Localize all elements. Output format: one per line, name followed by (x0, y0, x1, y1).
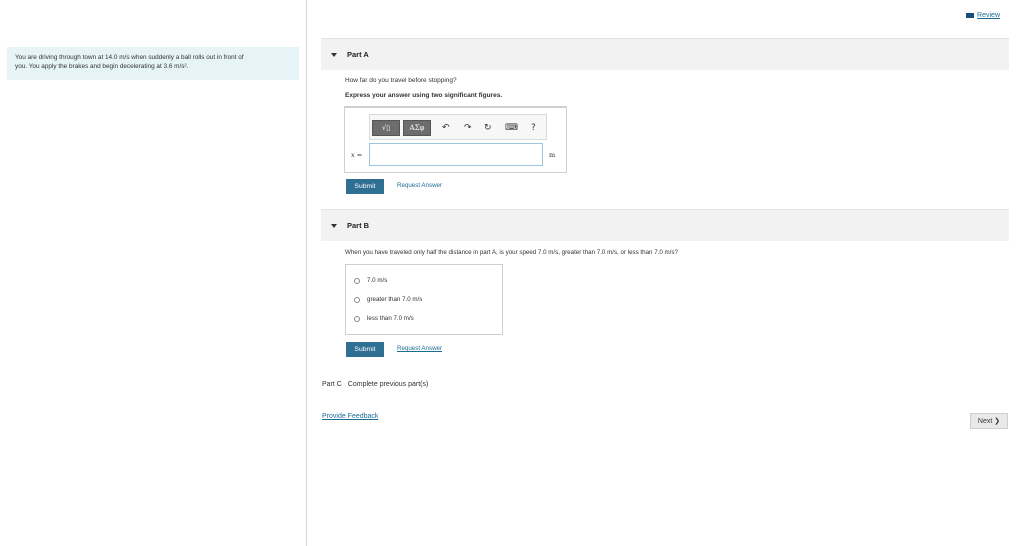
option-row[interactable]: greater than 7.0 m/s (354, 296, 422, 303)
greek-symbols-button[interactable]: ΑΣφ (403, 120, 431, 136)
option-label: less than 7.0 m/s (367, 315, 414, 322)
part-b-request-answer-link[interactable]: Request Answer (397, 345, 442, 352)
collapse-triangle-icon (331, 223, 337, 228)
option-label: greater than 7.0 m/s (367, 296, 423, 303)
collapse-triangle-icon (331, 52, 337, 57)
help-icon[interactable]: ? (531, 122, 536, 134)
option-label: 7.0 m/s (367, 277, 388, 284)
undo-icon[interactable]: ↶ (442, 122, 450, 134)
part-a-submit-button[interactable]: Submit (346, 179, 384, 194)
equation-toolbar: √▯ ΑΣφ ↶ ↷ ↻ ⌨ ? (369, 114, 547, 140)
option-row[interactable]: 7.0 m/s (354, 277, 387, 284)
part-a-instruction: Express your answer using two significan… (345, 92, 503, 99)
templates-icon: √▯ (381, 124, 391, 132)
unit-label: m (549, 151, 556, 159)
part-c-row: Part C Complete previous part(s) (322, 381, 428, 388)
option-row[interactable]: less than 7.0 m/s (354, 315, 414, 322)
part-b-header[interactable]: Part B (321, 209, 1009, 241)
answer-input[interactable] (369, 143, 543, 166)
book-icon (966, 13, 975, 18)
next-label: Next ❯ (977, 418, 1001, 425)
keyboard-icon[interactable]: ⌨ (505, 122, 518, 134)
templates-button[interactable]: √▯ (372, 120, 400, 136)
part-a-title: Part A (347, 50, 369, 59)
part-c-status: Complete previous part(s) (347, 381, 429, 388)
greek-icon: ΑΣφ (409, 124, 425, 132)
review-label: Review (977, 12, 1000, 19)
review-link[interactable]: Review (966, 12, 1000, 19)
variable-label: x = (351, 151, 363, 159)
radio-button[interactable] (354, 277, 360, 284)
reset-icon[interactable]: ↻ (484, 122, 492, 134)
part-a-question: How far do you travel before stopping? (345, 77, 457, 84)
part-c-title: Part C (322, 381, 342, 388)
part-a-header[interactable]: Part A (321, 38, 1009, 70)
radio-button[interactable] (354, 315, 360, 322)
part-a-request-answer-link[interactable]: Request Answer (397, 182, 442, 189)
provide-feedback-link[interactable]: Provide Feedback (322, 413, 378, 420)
part-b-title: Part B (347, 221, 370, 230)
problem-line-2: you. You apply the brakes and begin dece… (15, 63, 189, 70)
problem-statement: You are driving through town at 14.0 m/s… (7, 47, 299, 80)
part-b-question: When you have traveled only half the dis… (345, 249, 678, 256)
part-b-submit-button[interactable]: Submit (346, 342, 384, 357)
problem-line-1: You are driving through town at 14.0 m/s… (15, 54, 244, 61)
radio-button[interactable] (354, 296, 360, 303)
next-button[interactable]: Next ❯ (970, 413, 1008, 429)
redo-icon[interactable]: ↷ (464, 122, 472, 134)
left-panel: You are driving through town at 14.0 m/s… (0, 0, 307, 546)
